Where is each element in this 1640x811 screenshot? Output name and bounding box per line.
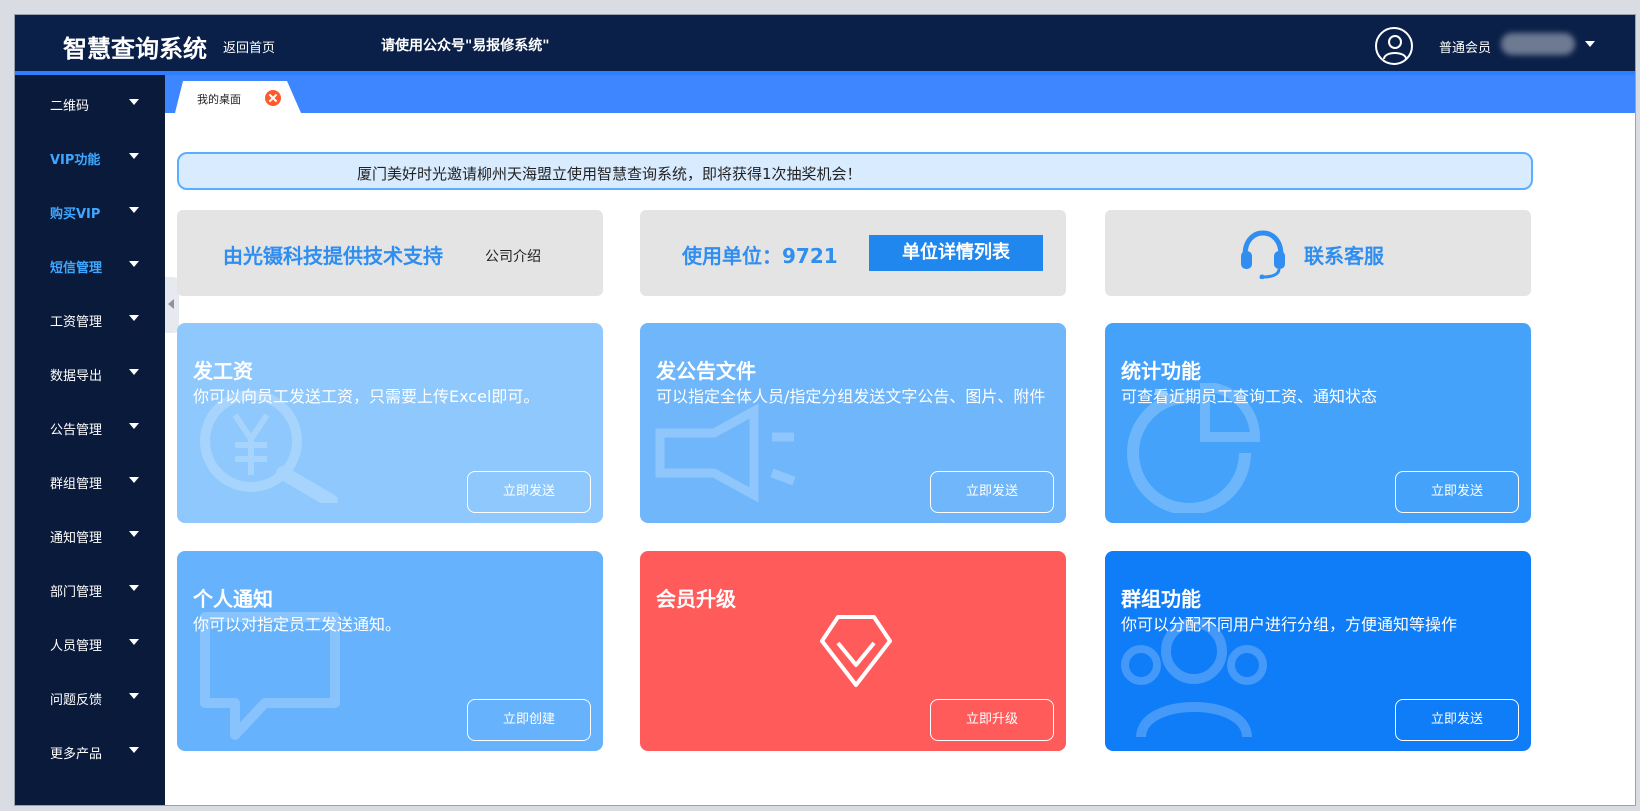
send-now-button[interactable]: 立即发送 — [467, 471, 591, 513]
sidebar-item-label: 公告管理 — [50, 423, 103, 438]
card-title: 统计功能 — [1121, 359, 1201, 383]
sidebar-item-label: 短信管理 — [50, 261, 103, 276]
chevron-down-icon — [129, 639, 139, 645]
sidebar-item-personnel[interactable]: 人员管理 — [15, 615, 165, 669]
sidebar-item-label: 群组管理 — [50, 477, 103, 492]
card-title: 群组功能 — [1121, 587, 1201, 611]
sidebar-item-groups[interactable]: 群组管理 — [15, 453, 165, 507]
user-avatar-icon[interactable] — [1375, 27, 1413, 65]
chevron-down-icon — [129, 585, 139, 591]
chevron-down-icon — [129, 747, 139, 753]
sidebar-item-label: 问题反馈 — [50, 693, 103, 708]
card-description: 你可以向员工发送工资，只需要上传Excel即可。 — [193, 387, 540, 406]
card-description: 可以指定全体人员/指定分组发送文字公告、图片、附件 — [656, 387, 1046, 406]
top-header: 智慧查询系统 返回首页 请使用公众号"易报修系统" 普通会员 — [15, 15, 1635, 71]
tab-my-desktop[interactable]: 我的桌面 — [175, 81, 301, 113]
card-statistics: 统计功能 可查看近期员工查询工资、通知状态 立即发送 — [1105, 323, 1531, 523]
card-send-salary: 发工资 你可以向员工发送工资，只需要上传Excel即可。 立即发送 — [177, 323, 603, 523]
card-description: 可查看近期员工查询工资、通知状态 — [1121, 387, 1378, 406]
card-member-upgrade: 会员升级 立即升级 — [640, 551, 1066, 751]
blurred-username — [1501, 33, 1575, 55]
sidebar-item-label: 二维码 — [50, 99, 90, 114]
chevron-down-icon — [129, 261, 139, 267]
card-title: 发工资 — [193, 359, 253, 383]
chevron-down-icon — [129, 477, 139, 483]
sidebar-item-vip-features[interactable]: VIP功能 — [15, 129, 165, 183]
banner-text: 厦门美好时光邀请柳州天海盟立使用智慧查询系统，即将获得1次抽奖机会！ — [357, 165, 862, 183]
sidebar-item-export[interactable]: 数据导出 — [15, 345, 165, 399]
chevron-down-icon — [129, 693, 139, 699]
units-detail-button[interactable]: 单位详情列表 — [869, 235, 1043, 271]
card-group-feature: 群组功能 你可以分配不同用户进行分组，方便通知等操作 立即发送 — [1105, 551, 1531, 751]
units-count: 使用单位：9721 — [682, 244, 838, 268]
sidebar-item-feedback[interactable]: 问题反馈 — [15, 669, 165, 723]
customer-service-box[interactable]: 联系客服 — [1105, 210, 1531, 296]
units-box: 使用单位：9721 单位详情列表 — [640, 210, 1066, 296]
upgrade-now-button[interactable]: 立即升级 — [930, 699, 1054, 741]
card-title: 个人通知 — [193, 587, 273, 611]
sidebar: 二维码 VIP功能 购买VIP 短信管理 工资管理 数据导出 公告管理 群组管理… — [15, 75, 165, 805]
sidebar-item-label: 数据导出 — [50, 369, 103, 384]
chevron-down-icon — [129, 369, 139, 375]
sidebar-item-sms[interactable]: 短信管理 — [15, 237, 165, 291]
header-notice: 请使用公众号"易报修系统" — [381, 38, 550, 54]
sidebar-item-label: VIP功能 — [50, 153, 101, 168]
sidebar-item-notifications[interactable]: 通知管理 — [15, 507, 165, 561]
user-menu-chevron-down-icon[interactable] — [1585, 41, 1595, 47]
create-now-button[interactable]: 立即创建 — [467, 699, 591, 741]
sidebar-item-label: 人员管理 — [50, 639, 103, 654]
sidebar-item-qrcode[interactable]: 二维码 — [15, 75, 165, 129]
chevron-left-icon — [168, 299, 174, 309]
app-title: 智慧查询系统 — [63, 35, 207, 63]
sidebar-item-label: 更多产品 — [50, 747, 103, 762]
sidebar-item-label: 部门管理 — [50, 585, 103, 600]
sidebar-item-label: 通知管理 — [50, 531, 103, 546]
chevron-down-icon — [129, 207, 139, 213]
chevron-down-icon — [129, 423, 139, 429]
card-description: 你可以对指定员工发送通知。 — [193, 615, 402, 634]
card-description: 你可以分配不同用户进行分组，方便通知等操作 — [1121, 615, 1458, 634]
sidebar-item-departments[interactable]: 部门管理 — [15, 561, 165, 615]
sidebar-item-label: 购买VIP — [50, 207, 101, 222]
chevron-down-icon — [129, 99, 139, 105]
card-title: 会员升级 — [656, 587, 736, 611]
tech-support-box: 由光镊科技提供技术支持 公司介绍 — [177, 210, 603, 296]
announcement-icon — [655, 403, 796, 503]
home-link[interactable]: 返回首页 — [223, 37, 275, 56]
sidebar-item-more-products[interactable]: 更多产品 — [15, 723, 165, 777]
card-title: 发公告文件 — [656, 359, 756, 383]
close-icon[interactable] — [265, 90, 281, 106]
tech-support-text: 由光镊科技提供技术支持 — [223, 244, 443, 268]
customer-service-text: 联系客服 — [1304, 244, 1384, 268]
card-personal-notice: 个人通知 你可以对指定员工发送通知。 立即创建 — [177, 551, 603, 751]
headset-icon — [1241, 230, 1285, 279]
send-now-button[interactable]: 立即发送 — [1395, 471, 1519, 513]
tab-bar — [165, 75, 1635, 113]
company-intro-link[interactable]: 公司介绍 — [485, 246, 541, 266]
app-window: 智慧查询系统 返回首页 请使用公众号"易报修系统" 普通会员 二维码 VIP功能… — [14, 14, 1636, 806]
sidebar-item-announcements[interactable]: 公告管理 — [15, 399, 165, 453]
chevron-down-icon — [129, 531, 139, 537]
card-announcement-file: 发公告文件 可以指定全体人员/指定分组发送文字公告、图片、附件 立即发送 — [640, 323, 1066, 523]
sidebar-item-salary[interactable]: 工资管理 — [15, 291, 165, 345]
sidebar-item-buy-vip[interactable]: 购买VIP — [15, 183, 165, 237]
member-level: 普通会员 — [1439, 41, 1492, 56]
sidebar-item-label: 工资管理 — [50, 315, 103, 330]
chevron-down-icon — [129, 315, 139, 321]
send-now-button[interactable]: 立即发送 — [930, 471, 1054, 513]
diamond-icon — [820, 615, 892, 687]
send-now-button[interactable]: 立即发送 — [1395, 699, 1519, 741]
tab-label: 我的桌面 — [197, 93, 241, 106]
invite-banner: 厦门美好时光邀请柳州天海盟立使用智慧查询系统，即将获得1次抽奖机会！ — [177, 152, 1533, 190]
chevron-down-icon — [129, 153, 139, 159]
